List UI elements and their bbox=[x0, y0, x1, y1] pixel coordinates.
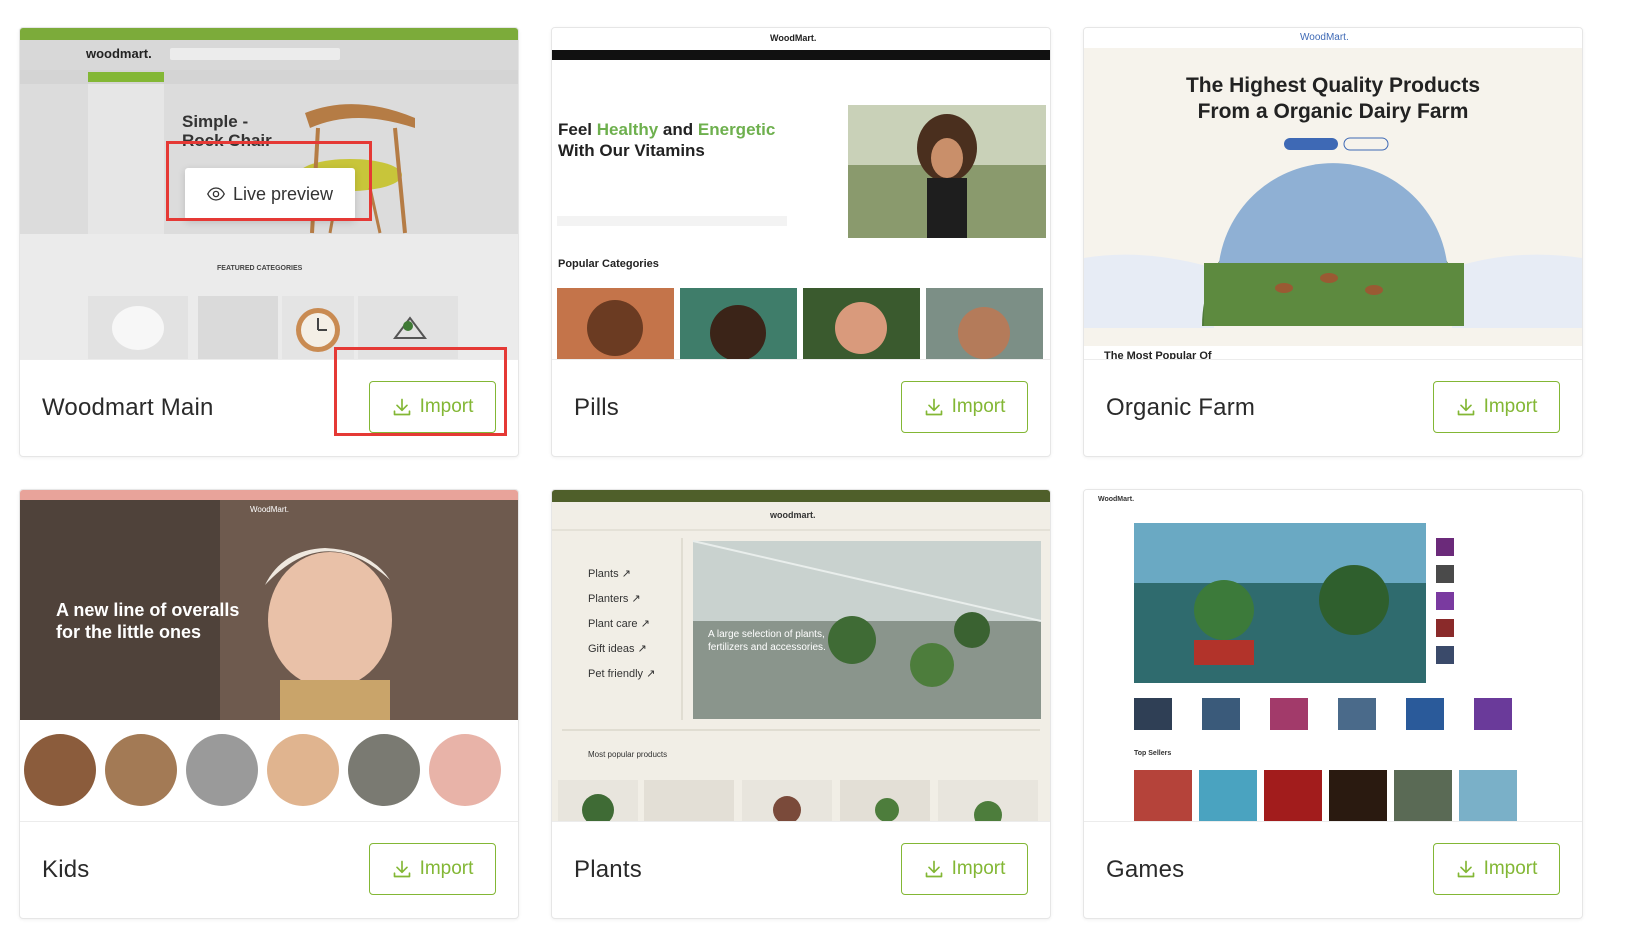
pills-logo: WoodMart. bbox=[770, 33, 817, 43]
plants-menu-item-5: Pet friendly ↗ bbox=[588, 668, 656, 680]
pills-section-heading: Popular Categories bbox=[558, 258, 659, 270]
download-icon bbox=[1457, 860, 1474, 878]
demo-preview-plants[interactable]: woodmart. Plants ↗ Planters ↗ Plant care… bbox=[552, 490, 1050, 821]
import-button[interactable]: Import bbox=[901, 843, 1028, 895]
woodmart-main-logo: woodmart. bbox=[86, 46, 152, 61]
kids-hero-line1: A new line of overalls bbox=[56, 600, 240, 620]
demo-card-pills: WoodMart. Feel Healthy and Energetic Wit… bbox=[551, 27, 1051, 457]
import-button[interactable]: Import bbox=[369, 381, 496, 433]
demo-title: Organic Farm bbox=[1106, 394, 1256, 421]
demo-preview-organic-farm[interactable]: WoodMart. The Highest Quality Products F… bbox=[1084, 28, 1582, 359]
import-button[interactable]: Import bbox=[901, 381, 1028, 433]
plants-menu-item-4: Gift ideas ↗ bbox=[588, 643, 647, 655]
games-section-heading: Top Sellers bbox=[1134, 750, 1172, 757]
live-preview-button[interactable]: Live preview bbox=[185, 168, 355, 220]
games-preview-art bbox=[1084, 490, 1582, 821]
demo-preview-games[interactable]: WoodMart. Top Sellers bbox=[1084, 490, 1582, 821]
card-footer: Pills Import bbox=[552, 359, 1050, 457]
import-button[interactable]: Import bbox=[1433, 843, 1560, 895]
demo-card-woodmart-main: woodmart. Simple - Rock Chair FEATURED C… bbox=[19, 27, 519, 457]
pills-hero-and: and bbox=[662, 120, 694, 139]
demo-title: Pills bbox=[574, 394, 620, 421]
pills-hero-line1: Feel Healthy and Energetic bbox=[558, 120, 775, 140]
plants-section-heading: Most popular products bbox=[588, 750, 668, 759]
download-icon bbox=[1457, 398, 1474, 416]
eye-icon bbox=[206, 187, 225, 201]
card-footer: Kids Import bbox=[20, 821, 518, 919]
demo-title: Kids bbox=[42, 856, 90, 883]
demo-card-organic-farm: WoodMart. The Highest Quality Products F… bbox=[1083, 27, 1583, 457]
import-label: Import bbox=[1483, 858, 1538, 879]
organic-farm-hero-line2: From a Organic Dairy Farm bbox=[1197, 100, 1469, 123]
pills-preview-art bbox=[552, 28, 1050, 359]
pills-hero-line2: With Our Vitamins bbox=[558, 141, 705, 160]
organic-farm-logo: WoodMart. bbox=[1300, 32, 1349, 43]
download-icon bbox=[925, 860, 942, 878]
import-button[interactable]: Import bbox=[369, 843, 496, 895]
import-button[interactable]: Import bbox=[1433, 381, 1560, 433]
plants-logo: woodmart. bbox=[770, 510, 816, 520]
card-footer: Games Import bbox=[1084, 821, 1582, 919]
import-label: Import bbox=[951, 396, 1006, 417]
plants-preview-art bbox=[552, 490, 1050, 821]
kids-preview-art bbox=[20, 490, 518, 821]
plants-menu-item-3: Plant care ↗ bbox=[588, 618, 650, 630]
download-icon bbox=[925, 398, 942, 416]
demo-card-plants: woodmart. Plants ↗ Planters ↗ Plant care… bbox=[551, 489, 1051, 919]
kids-logo: WoodMart. bbox=[250, 505, 289, 514]
pills-hero-healthy: Healthy bbox=[596, 120, 659, 139]
woodmart-main-section-heading: FEATURED CATEGORIES bbox=[217, 265, 303, 272]
card-footer: Plants Import bbox=[552, 821, 1050, 919]
card-footer: Woodmart Main Import bbox=[20, 359, 518, 457]
demo-preview-pills[interactable]: WoodMart. Feel Healthy and Energetic Wit… bbox=[552, 28, 1050, 359]
pills-hero-energetic: Energetic bbox=[697, 120, 776, 139]
demo-title: Games bbox=[1106, 856, 1185, 883]
demo-title: Woodmart Main bbox=[42, 394, 214, 421]
import-label: Import bbox=[419, 396, 474, 417]
woodmart-main-hero-text: Simple - Rock Chair bbox=[182, 112, 272, 146]
card-footer: Organic Farm Import bbox=[1084, 359, 1582, 457]
plants-menu-item-1: Plants ↗ bbox=[588, 568, 631, 580]
download-icon bbox=[393, 860, 410, 878]
download-icon bbox=[393, 398, 410, 416]
import-label: Import bbox=[951, 858, 1006, 879]
live-preview-label: Live preview bbox=[232, 183, 334, 204]
organic-farm-bottom-text: The Most Popular Of bbox=[1104, 350, 1212, 359]
kids-hero-line2: for the little ones bbox=[56, 622, 202, 642]
demo-preview-kids[interactable]: WoodMart. A new line of overalls for the… bbox=[20, 490, 518, 821]
demo-card-kids: WoodMart. A new line of overalls for the… bbox=[19, 489, 519, 919]
demo-card-games: WoodMart. Top Sellers Games Import bbox=[1083, 489, 1583, 919]
games-logo: WoodMart. bbox=[1098, 496, 1135, 503]
plants-hero-text: A large selection of plants, fertilizers… bbox=[708, 629, 826, 653]
demo-title: Plants bbox=[574, 856, 642, 883]
pills-hero-feel: Feel bbox=[558, 120, 593, 139]
plants-menu-item-2: Planters ↗ bbox=[588, 593, 641, 605]
import-label: Import bbox=[1483, 396, 1538, 417]
organic-farm-hero-line1: The Highest Quality Products bbox=[1185, 74, 1481, 97]
import-label: Import bbox=[419, 858, 474, 879]
